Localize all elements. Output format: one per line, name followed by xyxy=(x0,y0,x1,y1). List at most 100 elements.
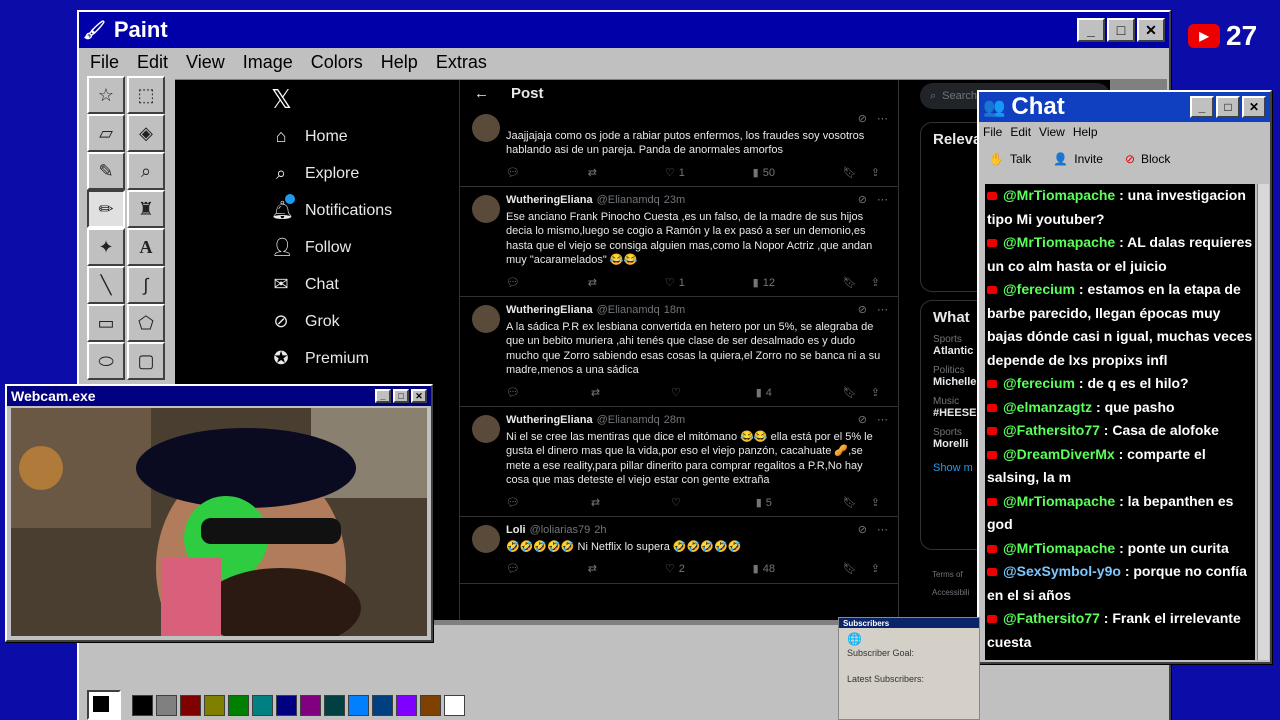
nav-chat[interactable]: ✉ Chat xyxy=(271,274,338,295)
views-button[interactable]: ▮ 12 xyxy=(753,276,775,291)
color-swatch[interactable] xyxy=(420,694,441,716)
retweet-icon[interactable]: ⇄ xyxy=(588,562,597,577)
menu-edit[interactable]: Edit xyxy=(1006,125,1035,139)
close-button[interactable]: ✕ xyxy=(1137,18,1165,42)
tweet[interactable]: WutheringEliana @Elianamdq 18m ⊘ ⋯ A la s… xyxy=(460,297,898,407)
menu-help[interactable]: Help xyxy=(1069,125,1102,139)
airbrush-icon[interactable]: ✦ xyxy=(87,228,125,266)
tweet[interactable]: ⊘ ⋯ Jaajjajaja como os jode a rabiar puto… xyxy=(460,106,898,187)
tweet-author[interactable]: WutheringEliana xyxy=(506,413,593,428)
x-logo-icon[interactable]: 𝕏 xyxy=(271,84,292,115)
line-icon[interactable]: ╲ xyxy=(87,266,125,304)
chat-username[interactable]: @MrTiomapache xyxy=(1003,234,1115,250)
reply-icon[interactable]: 💬︎ xyxy=(506,496,520,511)
maximize-button[interactable]: □ xyxy=(1216,96,1240,118)
magnifier-icon[interactable]: ⌕ xyxy=(127,152,165,190)
nav-home[interactable]: ⌂ Home xyxy=(271,126,348,147)
like-button[interactable]: ♡ xyxy=(671,386,685,401)
share-icon[interactable]: ⇪ xyxy=(871,276,880,291)
color-swatch[interactable] xyxy=(372,694,393,716)
grok-icon[interactable]: ⊘ xyxy=(858,413,867,428)
polygon-icon[interactable]: ⬠ xyxy=(127,304,165,342)
block-button[interactable]: ⊘ Block xyxy=(1125,152,1170,166)
like-button[interactable]: ♡ 1 xyxy=(665,276,685,291)
views-button[interactable]: ▮ 5 xyxy=(756,496,772,511)
tweet[interactable]: WutheringEliana @Elianamdq 28m ⊘ ⋯ Ni el … xyxy=(460,407,898,517)
menu-edit[interactable]: Edit xyxy=(128,52,177,73)
grok-icon[interactable]: ⊘ xyxy=(858,303,867,318)
retweet-icon[interactable]: ⇄ xyxy=(591,386,600,401)
nav-grok[interactable]: ⊘ Grok xyxy=(271,311,339,332)
close-button[interactable]: ✕ xyxy=(411,389,427,403)
reply-icon[interactable]: 💬︎ xyxy=(506,386,520,401)
reply-icon[interactable]: 💬︎ xyxy=(506,166,520,181)
tweet-author[interactable]: WutheringEliana xyxy=(506,193,593,208)
like-button[interactable]: ♡ xyxy=(671,496,685,511)
terms-link[interactable]: Terms of xyxy=(932,570,963,579)
chat-scrollbar[interactable] xyxy=(1257,184,1269,660)
chat-username[interactable]: @MrTiomapache xyxy=(1003,493,1115,509)
color-swatch[interactable] xyxy=(156,694,177,716)
menu-file[interactable]: File xyxy=(81,52,128,73)
avatar[interactable] xyxy=(472,114,500,142)
curve-icon[interactable]: ∫ xyxy=(127,266,165,304)
color-swatch[interactable] xyxy=(228,694,249,716)
maximize-button[interactable]: □ xyxy=(393,389,409,403)
share-icon[interactable]: ⇪ xyxy=(871,562,880,577)
more-icon[interactable]: ⋯ xyxy=(877,193,888,208)
text-icon[interactable]: A xyxy=(127,228,165,266)
talk-button[interactable]: ✋ Talk xyxy=(989,152,1031,166)
color-swatch[interactable] xyxy=(252,694,273,716)
like-button[interactable]: ♡ 1 xyxy=(665,166,685,181)
color-swatch[interactable] xyxy=(324,694,345,716)
color-swatch[interactable] xyxy=(204,694,225,716)
chat-username[interactable]: @Fathersito77 xyxy=(1003,422,1100,438)
tweet[interactable]: Loli @loliarias79 2h ⊘ ⋯ 🤣🤣🤣🤣🤣 Ni Netflix… xyxy=(460,517,898,584)
chat-log[interactable]: @MrTiomapache : una investigacion tipo M… xyxy=(985,184,1255,660)
color-swatch[interactable] xyxy=(180,694,201,716)
bookmark-icon[interactable]: 🔖︎ xyxy=(843,562,857,577)
color-swatch[interactable] xyxy=(396,694,417,716)
fill-icon[interactable]: ◈ xyxy=(127,114,165,152)
chat-username[interactable]: @DreamDiverMx xyxy=(1003,446,1115,462)
more-icon[interactable]: ⋯ xyxy=(877,303,888,318)
menu-extras[interactable]: Extras xyxy=(427,52,496,73)
views-button[interactable]: ▮ 48 xyxy=(753,562,775,577)
rectangle-icon[interactable]: ▭ xyxy=(87,304,125,342)
chat-username[interactable]: @SexSymbol-y9o xyxy=(1003,563,1121,579)
paint-titlebar[interactable]: 🖌 Paint _ □ ✕ xyxy=(79,12,1169,48)
ellipse-icon[interactable]: ⬭ xyxy=(87,342,125,380)
current-colors[interactable] xyxy=(87,690,121,720)
reply-icon[interactable]: 💬︎ xyxy=(506,562,520,577)
maximize-button[interactable]: □ xyxy=(1107,18,1135,42)
chat-username[interactable]: @ferecium xyxy=(1003,281,1075,297)
retweet-icon[interactable]: ⇄ xyxy=(588,166,597,181)
menu-help[interactable]: Help xyxy=(372,52,427,73)
views-button[interactable]: ▮ 50 xyxy=(753,166,775,181)
views-button[interactable]: ▮ 4 xyxy=(756,386,772,401)
color-swatch[interactable] xyxy=(132,694,153,716)
tweet[interactable]: WutheringEliana @Elianamdq 23m ⊘ ⋯ Ese an… xyxy=(460,187,898,297)
grok-icon[interactable]: ⊘ xyxy=(858,112,867,127)
minimize-button[interactable]: _ xyxy=(1190,96,1214,118)
color-picker-icon[interactable]: ✎ xyxy=(87,152,125,190)
retweet-icon[interactable]: ⇄ xyxy=(588,276,597,291)
chat-username[interactable]: @MrTiomapache xyxy=(1003,187,1115,203)
brush-icon[interactable]: ♜ xyxy=(127,190,165,228)
close-button[interactable]: ✕ xyxy=(1242,96,1266,118)
avatar[interactable] xyxy=(472,415,500,443)
bookmark-icon[interactable]: 🔖︎ xyxy=(843,166,857,181)
eraser-icon[interactable]: ▱ xyxy=(87,114,125,152)
bookmark-icon[interactable]: 🔖︎ xyxy=(843,496,857,511)
share-icon[interactable]: ⇪ xyxy=(871,496,880,511)
rounded-rect-icon[interactable]: ▢ xyxy=(127,342,165,380)
color-swatch[interactable] xyxy=(348,694,369,716)
tweet-author[interactable]: WutheringEliana xyxy=(506,303,593,318)
minimize-button[interactable]: _ xyxy=(1077,18,1105,42)
webcam-titlebar[interactable]: Webcam.exe _ □ ✕ xyxy=(7,386,431,406)
menu-file[interactable]: File xyxy=(979,125,1006,139)
color-swatch[interactable] xyxy=(444,694,465,716)
accessibility-link[interactable]: Accessibili xyxy=(932,588,969,597)
color-swatch[interactable] xyxy=(276,694,297,716)
avatar[interactable] xyxy=(472,195,500,223)
